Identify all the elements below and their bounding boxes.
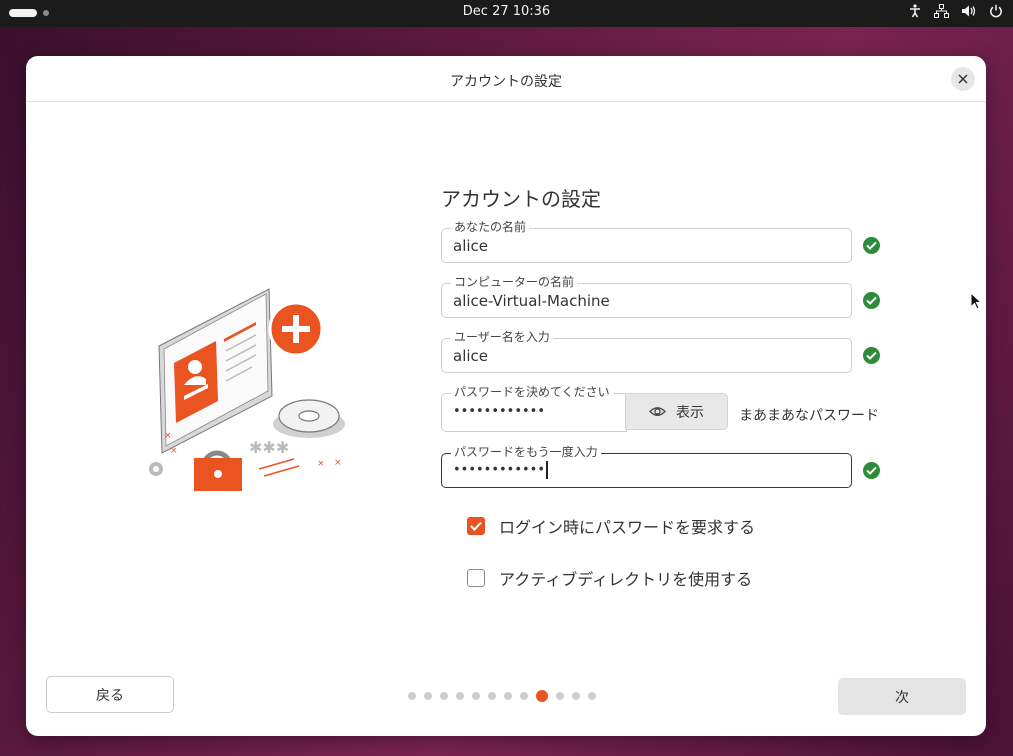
password-value: •••••••••••• <box>453 404 546 419</box>
confirm-password-valid-icon <box>863 462 880 479</box>
page-dot <box>504 692 512 700</box>
page-dot <box>488 692 496 700</box>
require-password-checkbox[interactable] <box>467 517 485 535</box>
page-dot <box>440 692 448 700</box>
password-field[interactable]: パスワードを決めてください •••••••••••• <box>441 385 627 432</box>
confirm-password-label: パスワードをもう一度入力 <box>451 445 601 459</box>
username-value: alice <box>453 347 489 365</box>
eye-icon <box>649 407 666 416</box>
password-label: パスワードを決めてください <box>451 385 613 399</box>
password-group: パスワードを決めてください •••••••••••• 表示 <box>441 385 731 432</box>
page-dot <box>520 692 528 700</box>
close-button[interactable] <box>951 67 975 91</box>
account-illustration: ✱✱✱ ××× ××× <box>149 288 345 491</box>
svg-text:×: × <box>317 459 325 469</box>
active-directory-checkbox[interactable] <box>467 569 485 587</box>
svg-text:×: × <box>164 431 172 441</box>
username-valid-icon <box>863 347 880 364</box>
window-title: アカウントの設定 <box>450 74 562 90</box>
title-bar: アカウントの設定 <box>26 56 986 102</box>
show-password-button[interactable]: 表示 <box>625 393 728 430</box>
page-dot <box>408 692 416 700</box>
password-strength: まあまあなパスワード <box>739 408 879 424</box>
require-password-row[interactable]: ログイン時にパスワードを要求する <box>467 514 755 538</box>
svg-text:×: × <box>334 458 342 468</box>
computer-name-value: alice-Virtual-Machine <box>453 292 610 310</box>
username-label: ユーザー名を入力 <box>451 330 553 344</box>
volume-icon[interactable] <box>961 4 977 18</box>
text-caret <box>546 461 548 479</box>
power-icon[interactable] <box>989 4 1003 18</box>
page-dot-current <box>536 690 548 702</box>
page-dot <box>424 692 432 700</box>
confirm-password-value: •••••••••••• <box>453 462 546 478</box>
require-password-label: ログイン時にパスワードを要求する <box>499 518 756 537</box>
clock[interactable]: Dec 27 10:36 <box>0 4 1013 19</box>
active-directory-label: アクティブディレクトリを使用する <box>499 570 753 589</box>
your-name-value: alice <box>453 237 489 255</box>
close-icon <box>958 74 968 84</box>
svg-text:✱✱✱: ✱✱✱ <box>249 438 289 457</box>
checkmark-icon <box>470 521 482 531</box>
network-icon[interactable] <box>934 4 949 18</box>
svg-text:×: × <box>170 446 178 456</box>
accessibility-icon[interactable] <box>908 4 922 18</box>
confirm-password-value-wrap: •••••••••••• <box>453 461 548 479</box>
username-field[interactable]: ユーザー名を入力 alice <box>441 330 852 373</box>
computer-name-valid-icon <box>863 292 880 309</box>
active-directory-row[interactable]: アクティブディレクトリを使用する <box>467 566 752 590</box>
show-password-label: 表示 <box>676 404 704 421</box>
your-name-label: あなたの名前 <box>451 220 530 234</box>
computer-name-field[interactable]: コンピューターの名前 alice-Virtual-Machine <box>441 275 852 318</box>
your-name-field[interactable]: あなたの名前 alice <box>441 220 852 263</box>
page-dot <box>456 692 464 700</box>
page-dot <box>556 692 564 700</box>
system-tray[interactable] <box>908 4 1003 18</box>
page-dot <box>588 692 596 700</box>
back-button[interactable]: 戻る <box>46 676 174 713</box>
next-button[interactable]: 次 <box>838 678 966 715</box>
mouse-pointer-icon <box>970 292 982 310</box>
confirm-password-field[interactable]: パスワードをもう一度入力 •••••••••••• <box>441 445 852 488</box>
page-dot <box>572 692 580 700</box>
computer-name-label: コンピューターの名前 <box>451 275 578 289</box>
account-setup-window: アカウントの設定 ✱✱✱ × × × × アカウントの設定 あなたの名前 ali… <box>26 56 986 736</box>
page-heading: アカウントの設定 <box>441 187 601 211</box>
your-name-valid-icon <box>863 237 880 254</box>
top-bar: Dec 27 10:36 <box>0 0 1013 27</box>
page-dot <box>472 692 480 700</box>
page-indicator <box>408 690 596 702</box>
